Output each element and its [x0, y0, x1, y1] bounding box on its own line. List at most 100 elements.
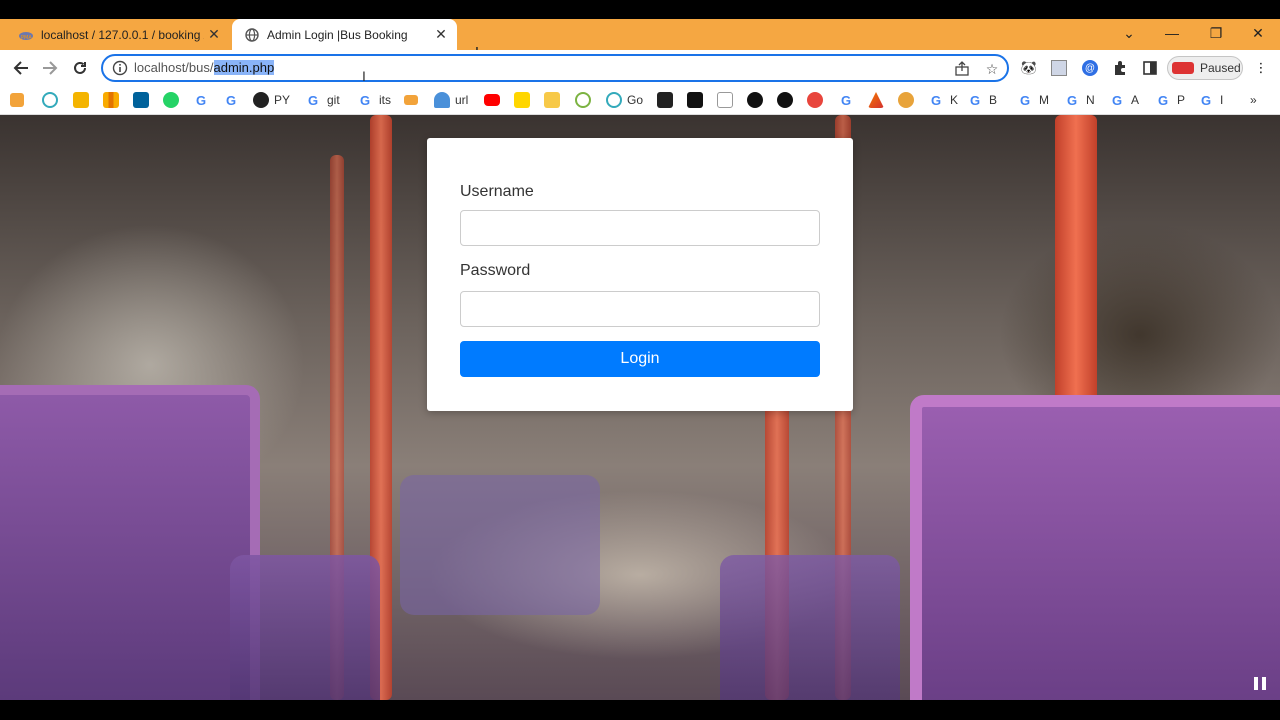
- password-input[interactable]: [460, 291, 820, 327]
- bookmark-item[interactable]: [777, 90, 798, 110]
- url-text: localhost/bus/admin.php: [134, 60, 275, 75]
- grammarly-extension-icon[interactable]: @: [1080, 58, 1100, 78]
- bookmark-label: N: [1086, 93, 1095, 107]
- bookmark-item[interactable]: GP: [1155, 90, 1185, 110]
- image-extension-icon[interactable]: [1049, 58, 1069, 78]
- panda-extension-icon[interactable]: 🐼: [1019, 58, 1039, 78]
- bookmark-item[interactable]: GA: [1109, 90, 1139, 110]
- close-tab-icon[interactable]: ✕: [431, 25, 451, 45]
- bookmark-item[interactable]: G: [838, 90, 860, 110]
- side-panel-icon[interactable]: [1140, 58, 1160, 78]
- forward-arrow-icon[interactable]: [37, 55, 63, 81]
- bookmark-item[interactable]: Go: [606, 90, 643, 110]
- page-background: Username Password Login: [0, 115, 1280, 700]
- bookmark-item[interactable]: Ggit: [305, 90, 340, 110]
- address-bar[interactable]: localhost/bus/admin.php ☆: [101, 54, 1009, 82]
- bookmark-item[interactable]: GI: [1198, 90, 1223, 110]
- google-icon: G: [1200, 92, 1212, 108]
- bookmark-item[interactable]: url: [434, 90, 468, 110]
- bookmarks-overflow-icon[interactable]: »: [1250, 90, 1257, 110]
- bookmark-item[interactable]: [10, 90, 29, 110]
- bookmark-item[interactable]: [687, 90, 708, 110]
- bookmark-item[interactable]: GB: [967, 90, 997, 110]
- tab-admin-login[interactable]: Admin Login |Bus Booking ✕: [232, 19, 457, 50]
- phpmyadmin-icon: PMA: [18, 27, 34, 43]
- soccer-icon: [747, 92, 763, 108]
- puzzle-icon[interactable]: [1110, 58, 1130, 78]
- tab-title: localhost / 127.0.0.1 / booking /: [41, 27, 204, 42]
- bookmark-item[interactable]: G: [193, 90, 215, 110]
- kebab-menu-icon[interactable]: ⋮: [1251, 58, 1271, 78]
- bookmark-item[interactable]: [514, 90, 535, 110]
- google-icon: G: [1111, 92, 1123, 108]
- notebook-icon: [73, 92, 89, 108]
- google-icon: G: [359, 92, 371, 108]
- bookmark-item[interactable]: PY: [253, 90, 290, 110]
- tab-strip: PMA localhost / 127.0.0.1 / booking / ✕ …: [0, 19, 1280, 63]
- username-input[interactable]: [460, 210, 820, 246]
- bookmark-item[interactable]: [747, 90, 768, 110]
- bookmark-item[interactable]: G: [223, 90, 245, 110]
- bookmark-item[interactable]: [868, 90, 889, 110]
- bookmark-item[interactable]: [404, 90, 423, 110]
- bookmark-item[interactable]: Gits: [357, 90, 391, 110]
- close-window-button[interactable]: ✕: [1236, 19, 1280, 47]
- reload-icon[interactable]: [67, 55, 93, 81]
- bus-seat: [230, 555, 380, 700]
- bookmark-item[interactable]: [575, 90, 596, 110]
- replit-icon: [606, 92, 622, 108]
- phpmyadmin-icon: [10, 93, 24, 107]
- star-icon[interactable]: ☆: [983, 60, 1001, 78]
- url-host: localhost/bus/: [134, 60, 214, 75]
- bookmark-item[interactable]: [133, 90, 154, 110]
- bookmark-item[interactable]: GM: [1017, 90, 1049, 110]
- cl-icon: [687, 92, 703, 108]
- tab-search-chevron-icon[interactable]: ⌄: [1107, 19, 1151, 47]
- tab-phpmyadmin[interactable]: PMA localhost / 127.0.0.1 / booking / ✕: [8, 19, 230, 50]
- bookmark-item[interactable]: [717, 90, 738, 110]
- replit-icon: [42, 92, 58, 108]
- youtube-icon: [484, 94, 500, 106]
- bookmark-label: git: [327, 93, 340, 107]
- bookmark-item[interactable]: [163, 90, 184, 110]
- info-icon[interactable]: [112, 60, 128, 76]
- bookmark-item[interactable]: [657, 90, 678, 110]
- google-icon: G: [1066, 92, 1078, 108]
- login-button[interactable]: Login: [460, 341, 820, 377]
- back-arrow-icon[interactable]: [8, 55, 34, 81]
- bus-seat: [720, 555, 900, 700]
- share-icon[interactable]: [953, 60, 971, 78]
- profile-status: Paused: [1200, 61, 1241, 75]
- phpmyadmin-icon: [404, 95, 418, 105]
- bookmark-item[interactable]: [898, 90, 919, 110]
- profile-paused-button[interactable]: Paused: [1167, 56, 1243, 80]
- triangle-icon: [868, 92, 884, 108]
- password-label: Password: [460, 262, 531, 279]
- pause-icon[interactable]: [1250, 673, 1270, 693]
- close-tab-icon[interactable]: ✕: [204, 25, 224, 45]
- person-icon: [657, 92, 673, 108]
- bookmark-item[interactable]: [103, 90, 124, 110]
- bookmark-item[interactable]: GK: [928, 90, 958, 110]
- runner-icon: [717, 92, 733, 108]
- google-icon: G: [969, 92, 981, 108]
- google-icon: G: [225, 92, 237, 108]
- bookmark-label: PY: [274, 93, 291, 107]
- avatar: [1172, 62, 1194, 74]
- minimize-button[interactable]: —: [1150, 19, 1194, 47]
- screen: PMA localhost / 127.0.0.1 / booking / ✕ …: [0, 0, 1280, 720]
- google-icon: G: [195, 92, 207, 108]
- bookmark-label: M: [1039, 93, 1049, 107]
- whatsapp-icon: [163, 92, 179, 108]
- bookmark-item[interactable]: [484, 90, 505, 110]
- analytics-icon: [103, 92, 119, 108]
- bookmark-label: Go: [627, 93, 644, 107]
- bookmark-item[interactable]: GN: [1064, 90, 1095, 110]
- bookmark-item[interactable]: [544, 90, 565, 110]
- bookmark-item[interactable]: [807, 90, 828, 110]
- bookmark-item[interactable]: [73, 90, 94, 110]
- bookmark-item[interactable]: [42, 90, 63, 110]
- url-path-selected: admin.php: [213, 60, 275, 75]
- restore-button[interactable]: ❐: [1194, 19, 1238, 47]
- soccer-icon: [777, 92, 793, 108]
